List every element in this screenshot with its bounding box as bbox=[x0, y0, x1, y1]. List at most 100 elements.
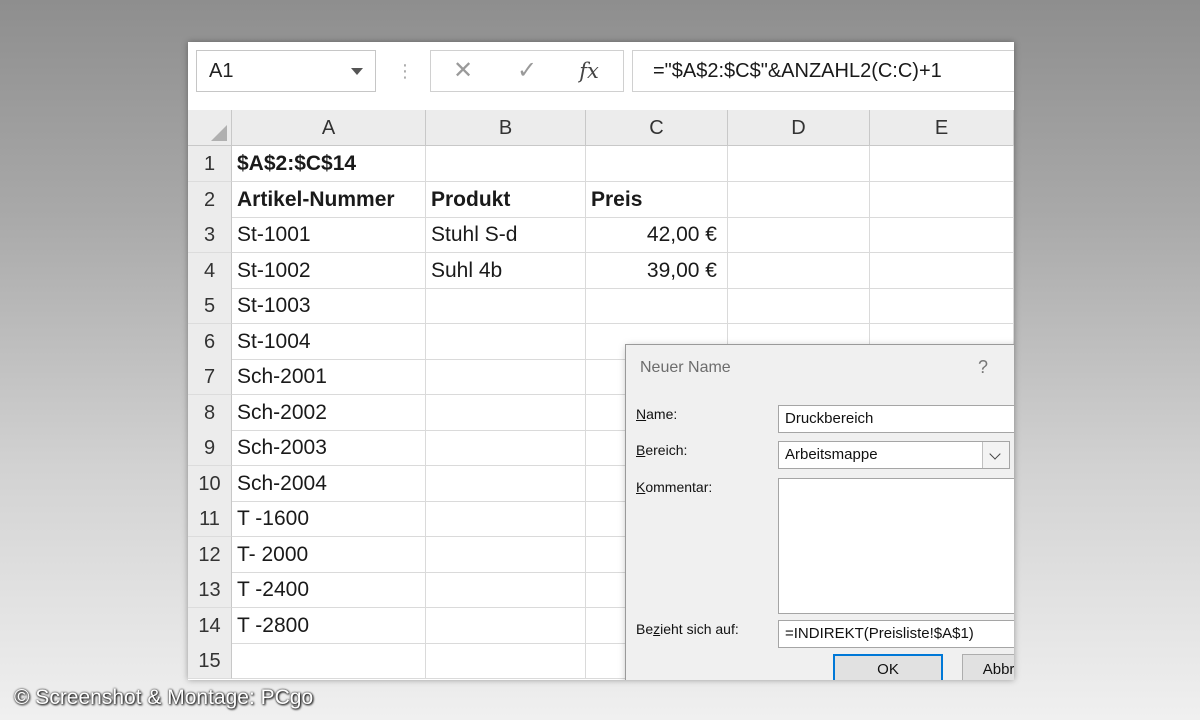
cell-d3[interactable] bbox=[728, 217, 870, 253]
cell-b2[interactable]: Produkt bbox=[426, 181, 586, 218]
cell-b14[interactable] bbox=[426, 607, 586, 644]
row-header[interactable]: 3 bbox=[188, 217, 232, 253]
column-header-c[interactable]: C bbox=[586, 110, 728, 146]
name-label: Name: bbox=[636, 406, 677, 422]
row-header[interactable]: 8 bbox=[188, 394, 232, 431]
row-header[interactable]: 11 bbox=[188, 501, 232, 537]
cancel-icon[interactable]: ✕ bbox=[443, 51, 483, 91]
cell-a10[interactable]: Sch-2004 bbox=[232, 465, 426, 502]
formula-bar: A1 ⋮ ✕ ✓ fx ="$A$2:$C$"&ANZAHL2(C:C)+1 bbox=[188, 42, 1014, 110]
cell-c4[interactable]: 39,00 € bbox=[586, 252, 728, 289]
cell-a14[interactable]: T -2800 bbox=[232, 607, 426, 644]
cell-c2[interactable]: Preis bbox=[586, 181, 728, 218]
cell-b8[interactable] bbox=[426, 394, 586, 431]
cell-a8[interactable]: Sch-2002 bbox=[232, 394, 426, 431]
cell-a3[interactable]: St-1001 bbox=[232, 217, 426, 253]
cell-b11[interactable] bbox=[426, 501, 586, 537]
cell-c5[interactable] bbox=[586, 288, 728, 324]
row-header[interactable]: 13 bbox=[188, 572, 232, 608]
cell-e1[interactable] bbox=[870, 146, 1014, 182]
row-header[interactable]: 7 bbox=[188, 359, 232, 395]
scope-label: Bereich: bbox=[636, 442, 687, 458]
cell-a9[interactable]: Sch-2003 bbox=[232, 430, 426, 466]
cell-a7[interactable]: Sch-2001 bbox=[232, 359, 426, 395]
refers-label-rest: ieht sich auf: bbox=[660, 621, 739, 637]
row-header[interactable]: 10 bbox=[188, 465, 232, 502]
name-input[interactable]: Druckbereich bbox=[778, 405, 1014, 433]
cell-a11[interactable]: T -1600 bbox=[232, 501, 426, 537]
cell-b4[interactable]: Suhl 4b bbox=[426, 252, 586, 289]
chevron-down-icon bbox=[989, 448, 1001, 460]
cancel-button[interactable]: Abbrechen bbox=[962, 654, 1014, 680]
comment-label: Kommentar: bbox=[636, 479, 712, 495]
cell-a13[interactable]: T -2400 bbox=[232, 572, 426, 608]
cell-b6[interactable] bbox=[426, 323, 586, 360]
row-header[interactable]: 5 bbox=[188, 288, 232, 324]
cell-a1[interactable]: $A$2:$C$14 bbox=[232, 146, 426, 182]
cell-b13[interactable] bbox=[426, 572, 586, 608]
refers-to-label: Bezieht sich auf: bbox=[636, 621, 739, 637]
excel-window: A1 ⋮ ✕ ✓ fx ="$A$2:$C$"&ANZAHL2(C:C)+1 A… bbox=[188, 42, 1014, 680]
column-header-a[interactable]: A bbox=[232, 110, 426, 146]
cell-e5[interactable] bbox=[870, 288, 1014, 324]
cell-b1[interactable] bbox=[426, 146, 586, 182]
cell-a5[interactable]: St-1003 bbox=[232, 288, 426, 324]
refers-label-pre: Be bbox=[636, 621, 654, 637]
name-box[interactable]: A1 bbox=[196, 50, 376, 92]
cell-b9[interactable] bbox=[426, 430, 586, 466]
cell-b10[interactable] bbox=[426, 465, 586, 502]
cell-a15[interactable] bbox=[232, 643, 426, 679]
ok-button[interactable]: OK bbox=[833, 654, 943, 680]
select-all-icon bbox=[211, 125, 227, 141]
refers-to-value: =INDIREKT(Preisliste!$A$1) bbox=[785, 625, 974, 642]
name-box-value: A1 bbox=[209, 60, 234, 82]
dialog-title: Neuer Name bbox=[640, 359, 731, 376]
comment-textarea[interactable] bbox=[778, 478, 1014, 614]
row-header[interactable]: 4 bbox=[188, 252, 232, 289]
row-header[interactable]: 9 bbox=[188, 430, 232, 466]
cell-c1[interactable] bbox=[586, 146, 728, 182]
column-header-d[interactable]: D bbox=[728, 110, 870, 146]
scope-dropdown-button[interactable] bbox=[982, 442, 1009, 468]
row-header[interactable]: 14 bbox=[188, 607, 232, 644]
cell-a12[interactable]: T- 2000 bbox=[232, 536, 426, 573]
cell-d1[interactable] bbox=[728, 146, 870, 182]
cell-d5[interactable] bbox=[728, 288, 870, 324]
cell-d2[interactable] bbox=[728, 181, 870, 218]
column-header-b[interactable]: B bbox=[426, 110, 586, 146]
row-header[interactable]: 6 bbox=[188, 323, 232, 360]
cell-b15[interactable] bbox=[426, 643, 586, 679]
cell-a4[interactable]: St-1002 bbox=[232, 252, 426, 289]
name-label-rest: ame: bbox=[646, 406, 678, 422]
cell-c3[interactable]: 42,00 € bbox=[586, 217, 728, 253]
formula-input[interactable]: ="$A$2:$C$"&ANZAHL2(C:C)+1 bbox=[632, 50, 1014, 92]
cell-e3[interactable] bbox=[870, 217, 1014, 253]
cell-b5[interactable] bbox=[426, 288, 586, 324]
comment-label-key: K bbox=[636, 479, 646, 495]
chevron-down-icon[interactable] bbox=[351, 68, 363, 75]
scope-select[interactable]: Arbeitsmappe bbox=[778, 441, 1010, 469]
copyright-watermark: © Screenshot & Montage: PCgo bbox=[14, 686, 314, 709]
cell-d4[interactable] bbox=[728, 252, 870, 289]
row-header[interactable]: 2 bbox=[188, 181, 232, 218]
cell-e4[interactable] bbox=[870, 252, 1014, 289]
scope-label-rest: ereich: bbox=[645, 442, 688, 458]
cell-b3[interactable]: Stuhl S-d bbox=[426, 217, 586, 253]
help-icon[interactable]: ? bbox=[978, 357, 988, 378]
insert-function-icon[interactable]: fx bbox=[569, 51, 609, 91]
cell-b12[interactable] bbox=[426, 536, 586, 573]
row-header[interactable]: 12 bbox=[188, 536, 232, 573]
refers-to-input[interactable]: =INDIREKT(Preisliste!$A$1) ⭡ bbox=[778, 620, 1014, 648]
cell-a2[interactable]: Artikel-Nummer bbox=[232, 181, 426, 218]
select-all-button[interactable] bbox=[188, 110, 232, 146]
cell-e2[interactable] bbox=[870, 181, 1014, 218]
row-header[interactable]: 1 bbox=[188, 146, 232, 182]
scope-label-key: B bbox=[636, 442, 646, 458]
name-label-key: N bbox=[636, 406, 647, 422]
row-header[interactable]: 15 bbox=[188, 643, 232, 679]
cell-a6[interactable]: St-1004 bbox=[232, 323, 426, 360]
enter-icon[interactable]: ✓ bbox=[507, 51, 547, 91]
column-header-e[interactable]: E bbox=[870, 110, 1014, 146]
comment-label-rest: ommentar: bbox=[645, 479, 713, 495]
cell-b7[interactable] bbox=[426, 359, 586, 395]
